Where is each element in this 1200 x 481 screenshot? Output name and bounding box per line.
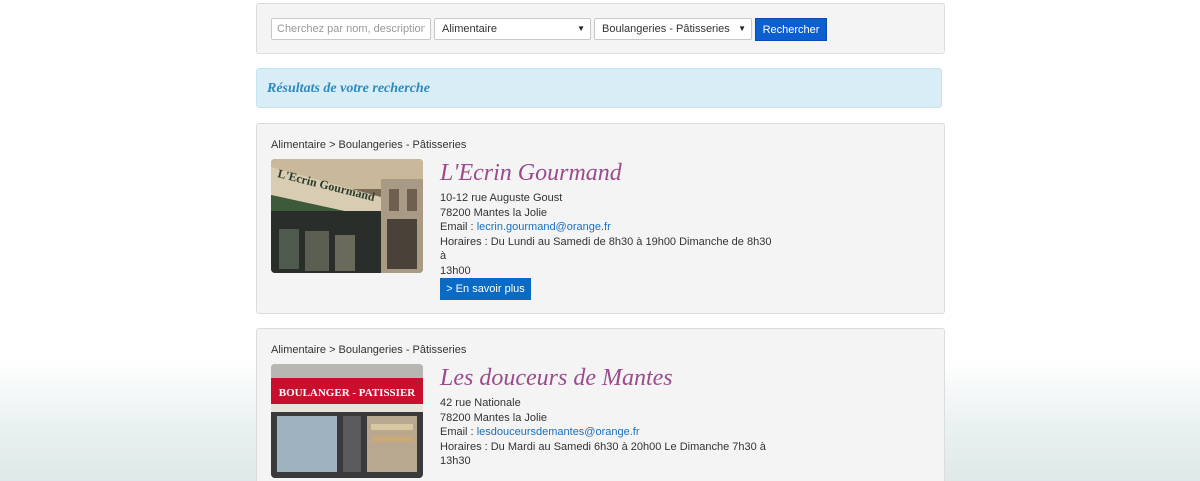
shop-address: 42 rue Nationale — [440, 397, 521, 409]
shop-address: 10-12 rue Auguste Goust — [440, 192, 563, 204]
search-bar: Alimentaire ▼ Boulangeries - Pâtisseries… — [256, 3, 945, 54]
shop-hours-cont: 13h30 — [440, 455, 471, 467]
search-input[interactable] — [271, 18, 431, 40]
shop-info: L'Ecrin Gourmand 10-12 rue Auguste Goust… — [440, 159, 780, 278]
email-label: Email : — [440, 426, 477, 438]
shop-name[interactable]: L'Ecrin Gourmand — [440, 159, 780, 187]
email-link[interactable]: lesdouceursdemantes@orange.fr — [477, 426, 640, 438]
category-select-value: Alimentaire — [442, 23, 498, 35]
shop-photo[interactable]: L'Ecrin Gourmand — [271, 159, 423, 273]
shop-photo[interactable]: BOULANGER - PATISSIER — [271, 364, 423, 478]
result-card: Alimentaire > Boulangeries - Pâtisseries… — [256, 123, 945, 314]
search-button[interactable]: Rechercher — [755, 18, 827, 41]
shop-hours-cont: 13h00 — [440, 264, 471, 277]
chevron-down-icon: ▼ — [738, 24, 746, 33]
subcategory-select-value: Boulangeries - Pâtisseries — [602, 23, 730, 35]
more-info-button[interactable]: > En savoir plus — [440, 278, 531, 300]
category-select[interactable]: Alimentaire ▼ — [434, 18, 591, 40]
shop-name[interactable]: Les douceurs de Mantes — [440, 364, 780, 392]
photo-sign-text: BOULANGER - PATISSIER — [279, 387, 417, 399]
shop-photo-image: L'Ecrin Gourmand — [271, 159, 423, 273]
shop-city: 78200 Mantes la Jolie — [440, 206, 548, 219]
breadcrumb: Alimentaire > Boulangeries - Pâtisseries — [271, 139, 467, 151]
results-title: Résultats de votre recherche — [267, 81, 430, 96]
email-link[interactable]: lecrin.gourmand@orange.fr — [477, 221, 611, 233]
email-label: Email : — [440, 221, 477, 233]
result-card: Alimentaire > Boulangeries - Pâtisseries… — [256, 328, 945, 481]
shop-city: 78200 Mantes la Jolie — [440, 411, 548, 424]
results-header: Résultats de votre recherche — [256, 68, 942, 108]
shop-hours: Horaires : Du Mardi au Samedi 6h30 à 20h… — [440, 440, 766, 453]
shop-info: Les douceurs de Mantes 42 rue Nationale … — [440, 364, 780, 469]
breadcrumb: Alimentaire > Boulangeries - Pâtisseries — [271, 344, 467, 356]
chevron-down-icon: ▼ — [577, 24, 585, 33]
shop-email-row: Email : lesdouceursdemantes@orange.fr — [440, 425, 780, 440]
subcategory-select[interactable]: Boulangeries - Pâtisseries ▼ — [594, 18, 752, 40]
shop-photo-image: BOULANGER - PATISSIER — [271, 364, 423, 478]
shop-email-row: Email : lecrin.gourmand@orange.fr — [440, 220, 780, 235]
shop-hours: Horaires : Du Lundi au Samedi de 8h30 à … — [440, 235, 772, 263]
